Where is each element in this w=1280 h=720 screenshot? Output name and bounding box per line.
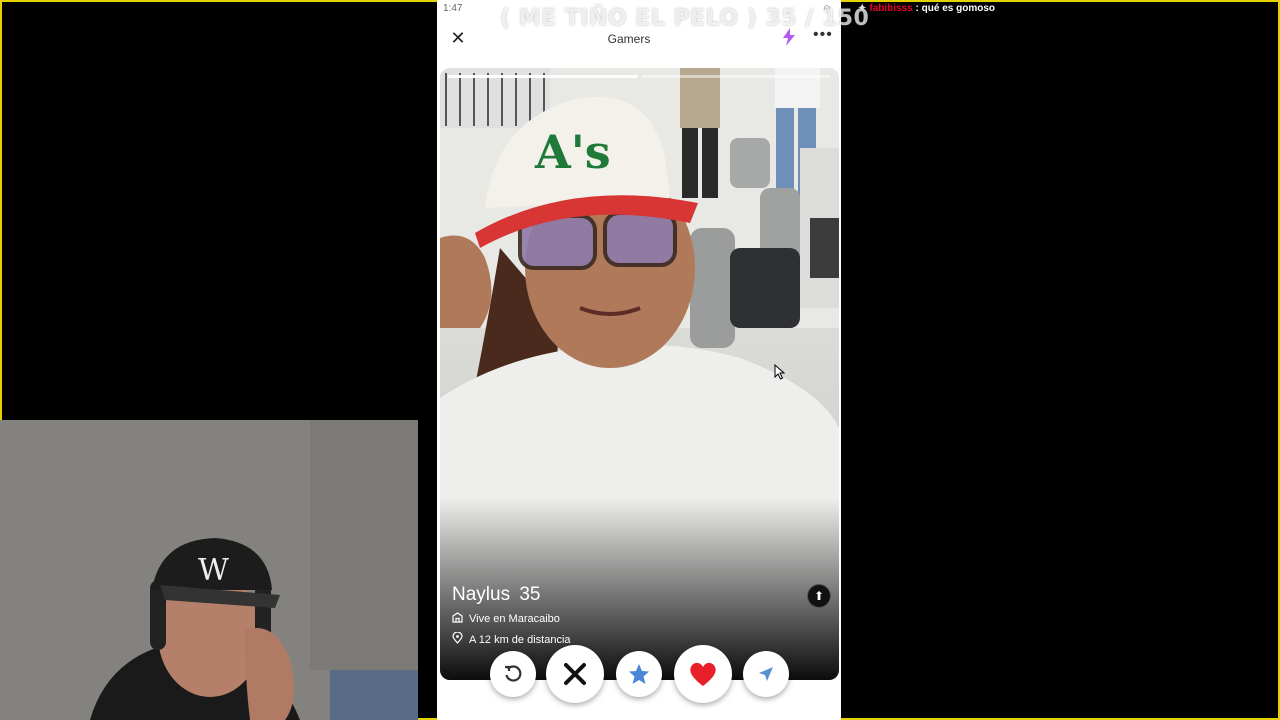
stream-overlay-title: ( ME TIÑO EL PELO ) 35 / 150 <box>500 6 870 31</box>
frame-border-left <box>0 0 2 420</box>
svg-text:A's: A's <box>534 125 611 179</box>
lives-in-text: Vive en Maracaibo <box>469 613 560 625</box>
star-icon <box>629 664 649 684</box>
rewind-icon <box>505 665 522 682</box>
open-profile-button[interactable]: ⬆ <box>807 584 831 608</box>
house-icon <box>452 612 463 626</box>
super-like-button[interactable] <box>616 651 662 697</box>
nope-button[interactable] <box>546 645 604 703</box>
arrow-up-icon: ⬆ <box>813 589 825 603</box>
webcam-feed: W <box>0 420 418 720</box>
chat-username: fabibisss <box>869 3 913 14</box>
distance-text: A 12 km de distancia <box>469 633 571 646</box>
send-icon <box>759 667 773 681</box>
location-pin-icon <box>452 631 463 647</box>
chat-text: : qué es gomoso <box>915 3 995 14</box>
action-bar <box>437 645 841 703</box>
status-time: 1:47 <box>443 3 463 14</box>
streamer-video: W <box>0 420 418 720</box>
photo-progress-1 <box>448 75 638 78</box>
mouse-cursor <box>774 364 786 380</box>
rewind-button[interactable] <box>490 651 536 697</box>
svg-text:W: W <box>198 553 229 588</box>
chat-message: ✦ fabibisss : qué es gomoso <box>858 3 995 14</box>
boost-button[interactable] <box>743 651 789 697</box>
profile-name: Naylus <box>452 584 511 605</box>
photo-progress-2 <box>642 75 830 78</box>
heart-icon <box>690 662 716 686</box>
x-icon <box>564 663 586 685</box>
lightning-icon[interactable] <box>782 28 798 48</box>
profile-age: 35 <box>519 584 541 605</box>
phone-screen: 1:47 ⊙ ✕ Gamers ••• A's Naylus 35 Vive e… <box>437 0 841 720</box>
page-title: Gamers <box>607 32 651 46</box>
like-button[interactable] <box>674 645 732 703</box>
chat-badge-icon: ✦ <box>858 3 867 14</box>
profile-info: Naylus 35 Vive en Maracaibo A 12 km de d… <box>452 584 571 647</box>
